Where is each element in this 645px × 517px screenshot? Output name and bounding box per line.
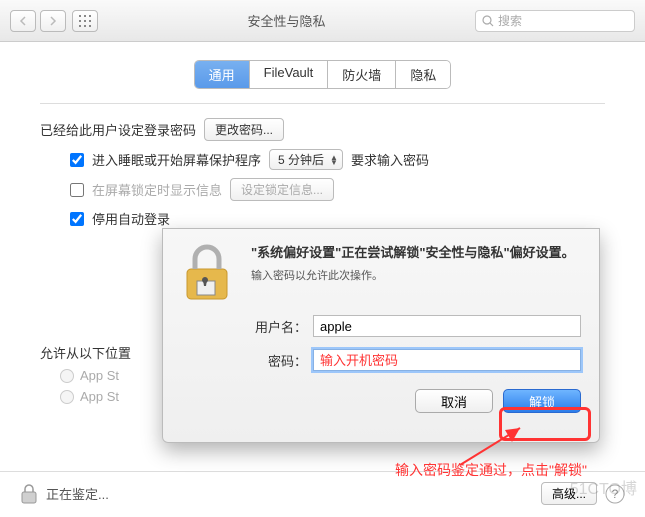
change-password-button[interactable]: 更改密码... [204, 118, 284, 141]
lock-message-checkbox[interactable] [70, 183, 84, 197]
toolbar: 安全性与隐私 搜索 [0, 0, 645, 42]
password-label: 密码： [243, 351, 307, 370]
radio-appstore-label: App St [80, 368, 119, 383]
tab-filevault[interactable]: FileVault [250, 61, 329, 88]
grid-icon [79, 15, 91, 27]
lock-message-label: 在屏幕锁定时显示信息 [92, 180, 222, 199]
window-title: 安全性与隐私 [104, 11, 469, 30]
back-button[interactable] [10, 10, 36, 32]
radio-appstore-dev [60, 390, 74, 404]
show-all-button[interactable] [72, 10, 98, 32]
disable-auto-login-label: 停用自动登录 [92, 209, 170, 228]
require-password-label-2: 要求输入密码 [351, 150, 429, 169]
login-pwd-label: 已经给此用户设定登录密码 [40, 120, 196, 139]
select-chevron-icon: ▲▼ [330, 155, 338, 165]
lock-icon[interactable] [20, 483, 38, 505]
unlock-button[interactable]: 解锁 [503, 389, 581, 413]
cancel-button[interactable]: 取消 [415, 389, 493, 413]
auth-sheet: "系统偏好设置"正在尝试解锁"安全性与隐私"偏好设置。 输入密码以允许此次操作。… [162, 228, 600, 443]
sleep-delay-value: 5 分钟后 [278, 151, 324, 168]
username-field[interactable] [313, 315, 581, 337]
search-placeholder: 搜索 [498, 12, 522, 29]
chevron-left-icon [19, 16, 27, 26]
disable-auto-login-checkbox[interactable] [70, 212, 84, 226]
tab-firewall[interactable]: 防火墙 [328, 61, 396, 88]
chevron-right-icon [49, 16, 57, 26]
big-lock-icon [177, 243, 237, 303]
watermark-corner: 51CTO博 [570, 475, 637, 499]
annotation-text: 输入密码鉴定通过，点击"解锁" [395, 460, 587, 480]
tab-privacy[interactable]: 隐私 [396, 61, 450, 88]
search-input[interactable]: 搜索 [475, 10, 635, 32]
require-password-checkbox[interactable] [70, 153, 84, 167]
password-hint: 输入开机密码 [320, 353, 398, 368]
radio-appstore-dev-label: App St [80, 389, 119, 404]
search-icon [482, 15, 494, 27]
forward-button[interactable] [40, 10, 66, 32]
sleep-delay-select[interactable]: 5 分钟后 ▲▼ [269, 149, 343, 170]
set-lock-message-button: 设定锁定信息... [230, 178, 334, 201]
authenticating-label: 正在鉴定... [46, 484, 109, 503]
sheet-sub: 输入密码以允许此次操作。 [251, 267, 575, 283]
require-password-label-1: 进入睡眠或开始屏幕保护程序 [92, 150, 261, 169]
tab-general[interactable]: 通用 [195, 61, 250, 88]
allow-apps-label: 允许从以下位置 [40, 346, 131, 361]
password-field[interactable]: 输入开机密码 [313, 349, 581, 371]
radio-appstore [60, 369, 74, 383]
tab-strip: 通用 FileVault 防火墙 隐私 [0, 60, 645, 89]
sheet-message: "系统偏好设置"正在尝试解锁"安全性与隐私"偏好设置。 [251, 243, 575, 263]
username-label: 用户名： [243, 317, 307, 336]
